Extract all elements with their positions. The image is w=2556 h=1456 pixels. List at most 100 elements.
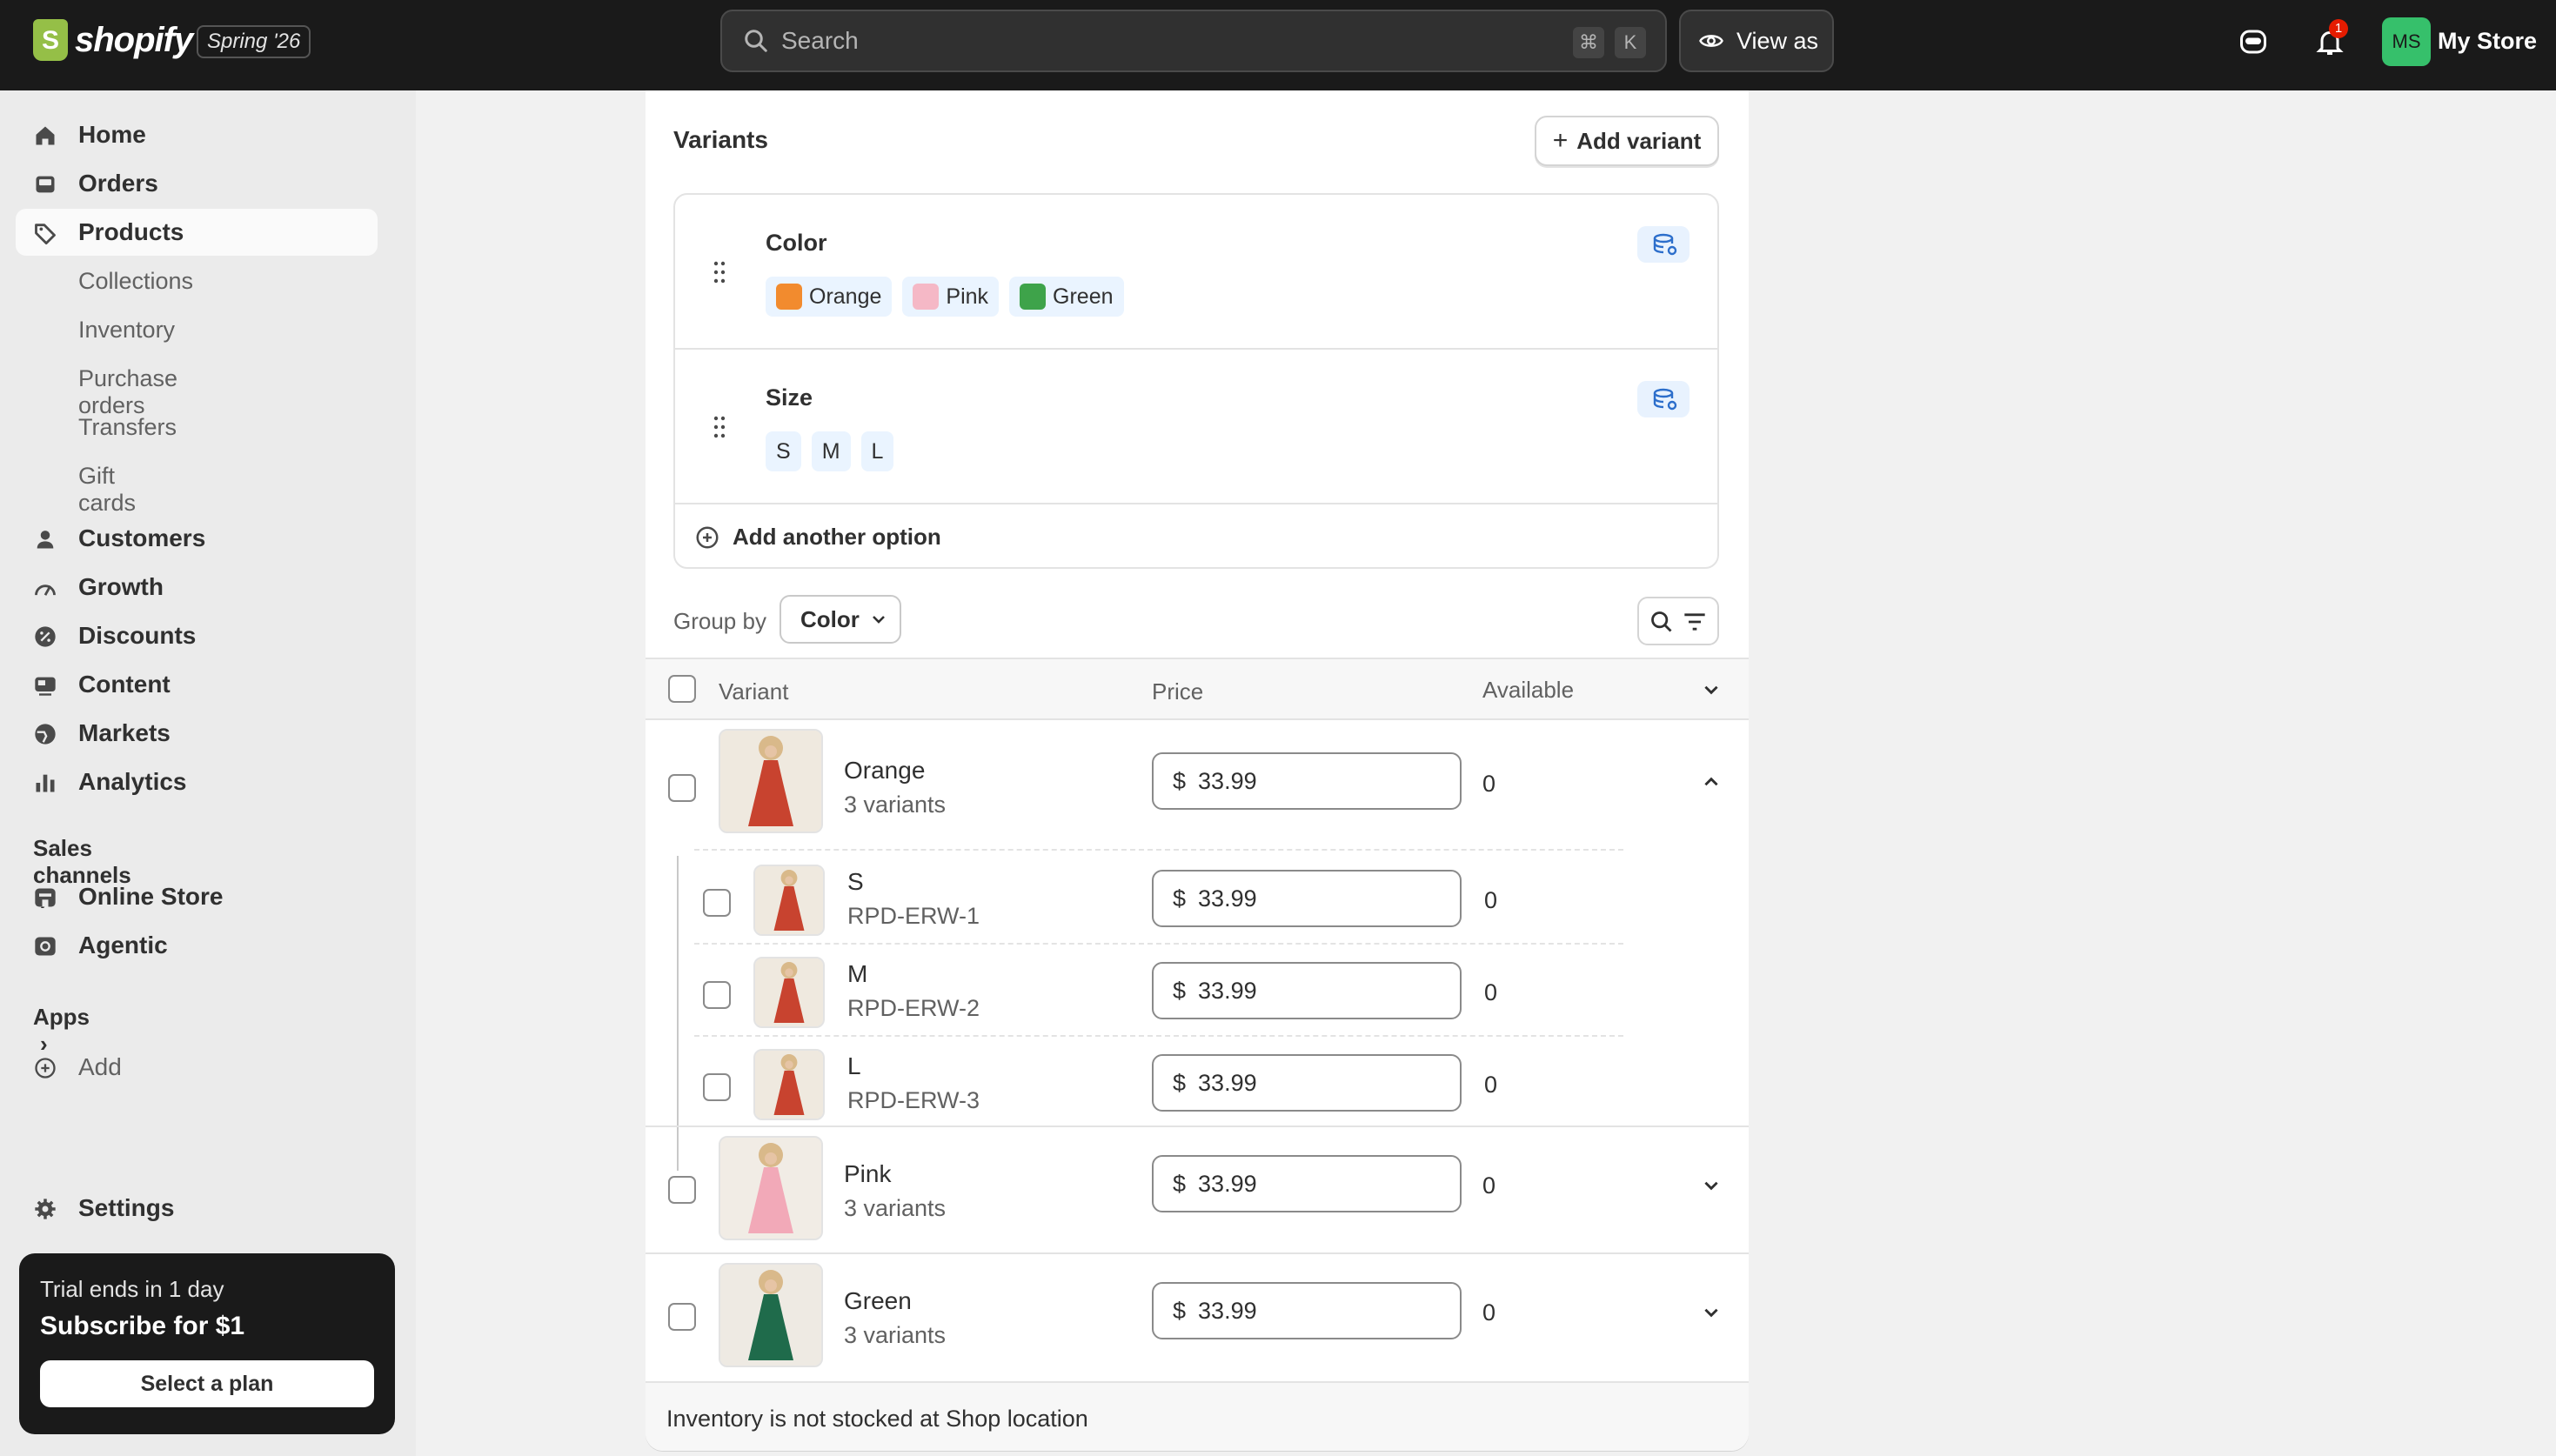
variant-thumbnail[interactable]	[719, 1136, 823, 1240]
option-values: Orange Pink Green	[766, 277, 1124, 317]
option-color[interactable]: Color Orange Pink Green	[675, 195, 1717, 350]
sidebar-item-settings[interactable]: Settings	[16, 1185, 378, 1232]
add-another-option-button[interactable]: Add another option	[694, 524, 941, 551]
currency-symbol: $	[1173, 1297, 1187, 1324]
add-another-option-label: Add another option	[733, 524, 941, 550]
dress-image	[720, 731, 821, 832]
row-divider	[694, 849, 1623, 851]
variant-thumbnail[interactable]	[753, 957, 825, 1028]
value-chip-pink: Pink	[902, 277, 1000, 317]
search-placeholder: Search	[781, 27, 859, 54]
table-row-group-pink[interactable]: Pink 3 variants $33.99 0	[646, 1127, 1749, 1254]
search-icon	[745, 30, 767, 52]
search-bar[interactable]: Search ⌘ K	[720, 10, 1667, 72]
sidebar-item-label: Customers	[78, 524, 206, 551]
sidekick-icon[interactable]	[2238, 26, 2269, 57]
select-all-checkbox[interactable]	[668, 675, 696, 703]
value-chip-orange: Orange	[766, 277, 893, 317]
sidebar-item-home[interactable]: Home	[16, 111, 378, 158]
edition-badge[interactable]: Spring '26	[197, 25, 311, 58]
sidebar-item-discounts[interactable]: Discounts	[16, 612, 378, 659]
row-checkbox[interactable]	[703, 1073, 731, 1101]
search-filter-button[interactable]	[1637, 597, 1719, 645]
content-icon	[35, 677, 56, 696]
sidebar-subitem-collections[interactable]: Collections	[78, 268, 193, 295]
group-by-select[interactable]: Color	[780, 595, 901, 644]
price-input[interactable]: $33.99	[1152, 1155, 1462, 1212]
home-icon	[36, 126, 55, 145]
price-input[interactable]: $33.99	[1152, 1054, 1462, 1112]
variant-thumbnail[interactable]	[719, 729, 823, 833]
sidebar-item-online-store[interactable]: Online Store	[16, 873, 378, 920]
table-row-variant-m[interactable]: M RPD-ERW-2 $33.99 0	[646, 948, 1749, 1040]
sidebar-item-growth[interactable]: Growth	[16, 564, 378, 611]
plus-icon: +	[1552, 126, 1569, 155]
agent-icon	[35, 937, 56, 956]
dress-image	[755, 866, 823, 934]
metafield-icon[interactable]	[1637, 381, 1690, 417]
row-checkbox[interactable]	[668, 1303, 696, 1331]
table-header: Variant Price Available	[646, 658, 1749, 720]
variants-card: Variants + Add variant Color Orange Pink…	[646, 90, 1749, 1451]
group-by-label: Group by	[673, 608, 766, 634]
sidebar-subitem-inventory[interactable]: Inventory	[78, 317, 175, 344]
group-count: 3 variants	[844, 1195, 947, 1221]
select-plan-button[interactable]: Select a plan	[40, 1360, 374, 1407]
chevron-up-icon[interactable]	[1702, 772, 1721, 791]
column-available[interactable]: Available	[1482, 677, 1574, 704]
sidebar-item-add-app[interactable]: Add	[16, 1044, 378, 1091]
sidebar-subitem-transfers[interactable]: Transfers	[78, 414, 177, 441]
chevron-down-icon[interactable]	[1702, 1176, 1721, 1195]
sidebar-item-orders[interactable]: Orders	[16, 160, 378, 207]
shortcut-k-key: K	[1615, 27, 1646, 58]
chevron-down-icon[interactable]	[1702, 680, 1721, 699]
table-row-group-orange[interactable]: Orange 3 variants $33.99 0	[646, 720, 1749, 856]
add-variant-button[interactable]: + Add variant	[1535, 116, 1719, 166]
color-swatch	[1020, 284, 1047, 310]
metafield-icon[interactable]	[1637, 226, 1690, 263]
row-checkbox[interactable]	[668, 1176, 696, 1204]
sidebar-item-markets[interactable]: Markets	[16, 710, 378, 757]
currency-symbol: $	[1173, 767, 1187, 794]
sidebar-item-label: Markets	[78, 719, 171, 746]
price-input[interactable]: $33.99	[1152, 870, 1462, 927]
sidebar-item-customers[interactable]: Customers	[16, 515, 378, 562]
avatar[interactable]: MS	[2382, 17, 2431, 66]
drag-handle-icon[interactable]	[713, 416, 726, 438]
row-checkbox[interactable]	[668, 774, 696, 802]
sidebar-subitem-purchase-orders[interactable]: Purchase orders	[78, 365, 177, 419]
variant-thumbnail[interactable]	[719, 1263, 823, 1367]
price-input[interactable]: $33.99	[1152, 962, 1462, 1019]
group-name: Pink	[844, 1160, 892, 1187]
store-name[interactable]: My Store	[2438, 28, 2537, 55]
view-as-button[interactable]: View as	[1679, 10, 1834, 72]
variant-thumbnail[interactable]	[753, 865, 825, 936]
table-row-variant-s[interactable]: S RPD-ERW-1 $33.99 0	[646, 856, 1749, 948]
sidebar-subitem-gift-cards[interactable]: Gift cards	[78, 463, 136, 517]
row-checkbox[interactable]	[703, 981, 731, 1009]
sidebar-item-label: Online Store	[78, 883, 224, 910]
variant-name: L	[847, 1052, 861, 1079]
available-value: 0	[1482, 1299, 1496, 1326]
trial-banner: Trial ends in 1 day Subscribe for $1 Sel…	[19, 1253, 395, 1434]
price-input[interactable]: $33.99	[1152, 752, 1462, 810]
shopify-logo[interactable]: shopify	[33, 19, 193, 61]
sidebar-item-agentic[interactable]: Agentic	[16, 922, 378, 969]
price-value: 33.99	[1198, 1297, 1257, 1324]
dress-image	[720, 1265, 821, 1366]
value-chip-m: M	[811, 431, 851, 471]
option-size[interactable]: Size S M L	[675, 350, 1717, 504]
table-row-group-green[interactable]: Green 3 variants $33.99 0	[646, 1254, 1749, 1381]
sidebar-item-products[interactable]: Products	[16, 209, 378, 256]
row-checkbox[interactable]	[703, 889, 731, 917]
drag-handle-icon[interactable]	[713, 261, 726, 284]
globe-icon	[35, 724, 56, 745]
option-name: Size	[766, 384, 813, 411]
variant-thumbnail[interactable]	[753, 1049, 825, 1120]
variant-name: M	[847, 960, 868, 987]
sidebar-item-content[interactable]: Content	[16, 661, 378, 708]
price-input[interactable]: $33.99	[1152, 1282, 1462, 1339]
chevron-down-icon[interactable]	[1702, 1303, 1721, 1322]
table-row-variant-l[interactable]: L RPD-ERW-3 $33.99 0	[646, 1040, 1749, 1132]
sidebar-item-analytics[interactable]: Analytics	[16, 758, 378, 805]
